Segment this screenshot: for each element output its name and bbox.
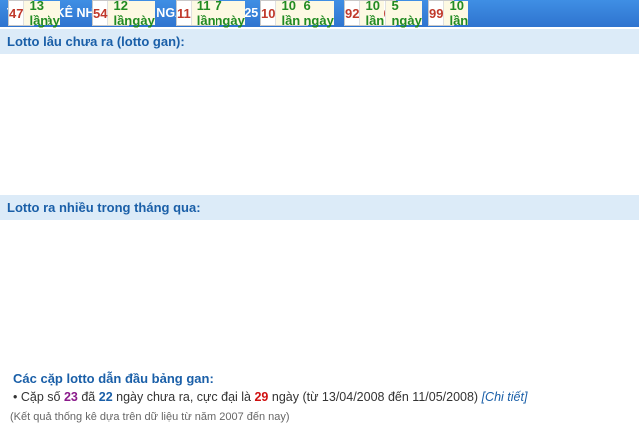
lotto-count: 10 lần <box>444 0 468 28</box>
detail-link[interactable]: [Chi tiết] <box>482 390 528 404</box>
stat-cell: 47 13 lần <box>8 0 48 28</box>
pair-mid1: đã <box>81 390 96 404</box>
pair-days: 22 <box>98 390 113 404</box>
stat-cell: 10 10 lần <box>260 0 300 28</box>
stat-cell: 92 10 lần <box>344 0 384 28</box>
stat-cell: 99 10 lần <box>428 0 468 28</box>
pair-max: 29 <box>254 390 269 404</box>
lotto-number: 10 <box>261 1 277 25</box>
lotto-number: 92 <box>345 1 361 25</box>
pair-suffix: ngày (từ 13/04/2008 đến 11/05/2008) <box>271 390 479 404</box>
gan-pair-item: • Cặp số 23 đã 22 ngày chưa ra, cực đại … <box>13 390 527 404</box>
lotto-count: 5 ngày <box>386 0 422 28</box>
lotto-number: 54 <box>93 1 109 25</box>
lotto-count: 6 ngày <box>298 0 334 28</box>
stat-cell: 11 11 lần <box>176 0 216 28</box>
pair-number: 23 <box>63 390 78 404</box>
lotto-count: 13 lần <box>24 0 48 28</box>
section-header-lotto-gan: Lotto lâu chưa ra (lotto gan): <box>0 29 639 54</box>
stat-cell: 54 12 lần <box>92 0 132 28</box>
lotto-count: 10 lần <box>276 0 300 28</box>
gan-pairs-title: Các cặp lotto dẫn đầu bảng gan: <box>13 371 214 386</box>
lotto-number: 11 <box>177 1 192 25</box>
pair-mid2: ngày chưa ra, cực đại là <box>116 390 251 404</box>
pair-prefix: Cặp số <box>20 390 61 404</box>
bullet: • <box>13 390 18 404</box>
lotto-number: 47 <box>9 1 25 25</box>
lotto-number: 99 <box>429 1 445 25</box>
lotto-count: 12 lần <box>108 0 132 28</box>
lotto-count: 10 lần <box>360 0 384 28</box>
lotto-count: 11 lần <box>191 0 216 28</box>
data-source-note: (Kết quả thống kê dựa trên dữ liệu từ nă… <box>10 411 290 423</box>
section-header-lotto-nhieu: Lotto ra nhiều trong tháng qua: <box>0 195 639 220</box>
